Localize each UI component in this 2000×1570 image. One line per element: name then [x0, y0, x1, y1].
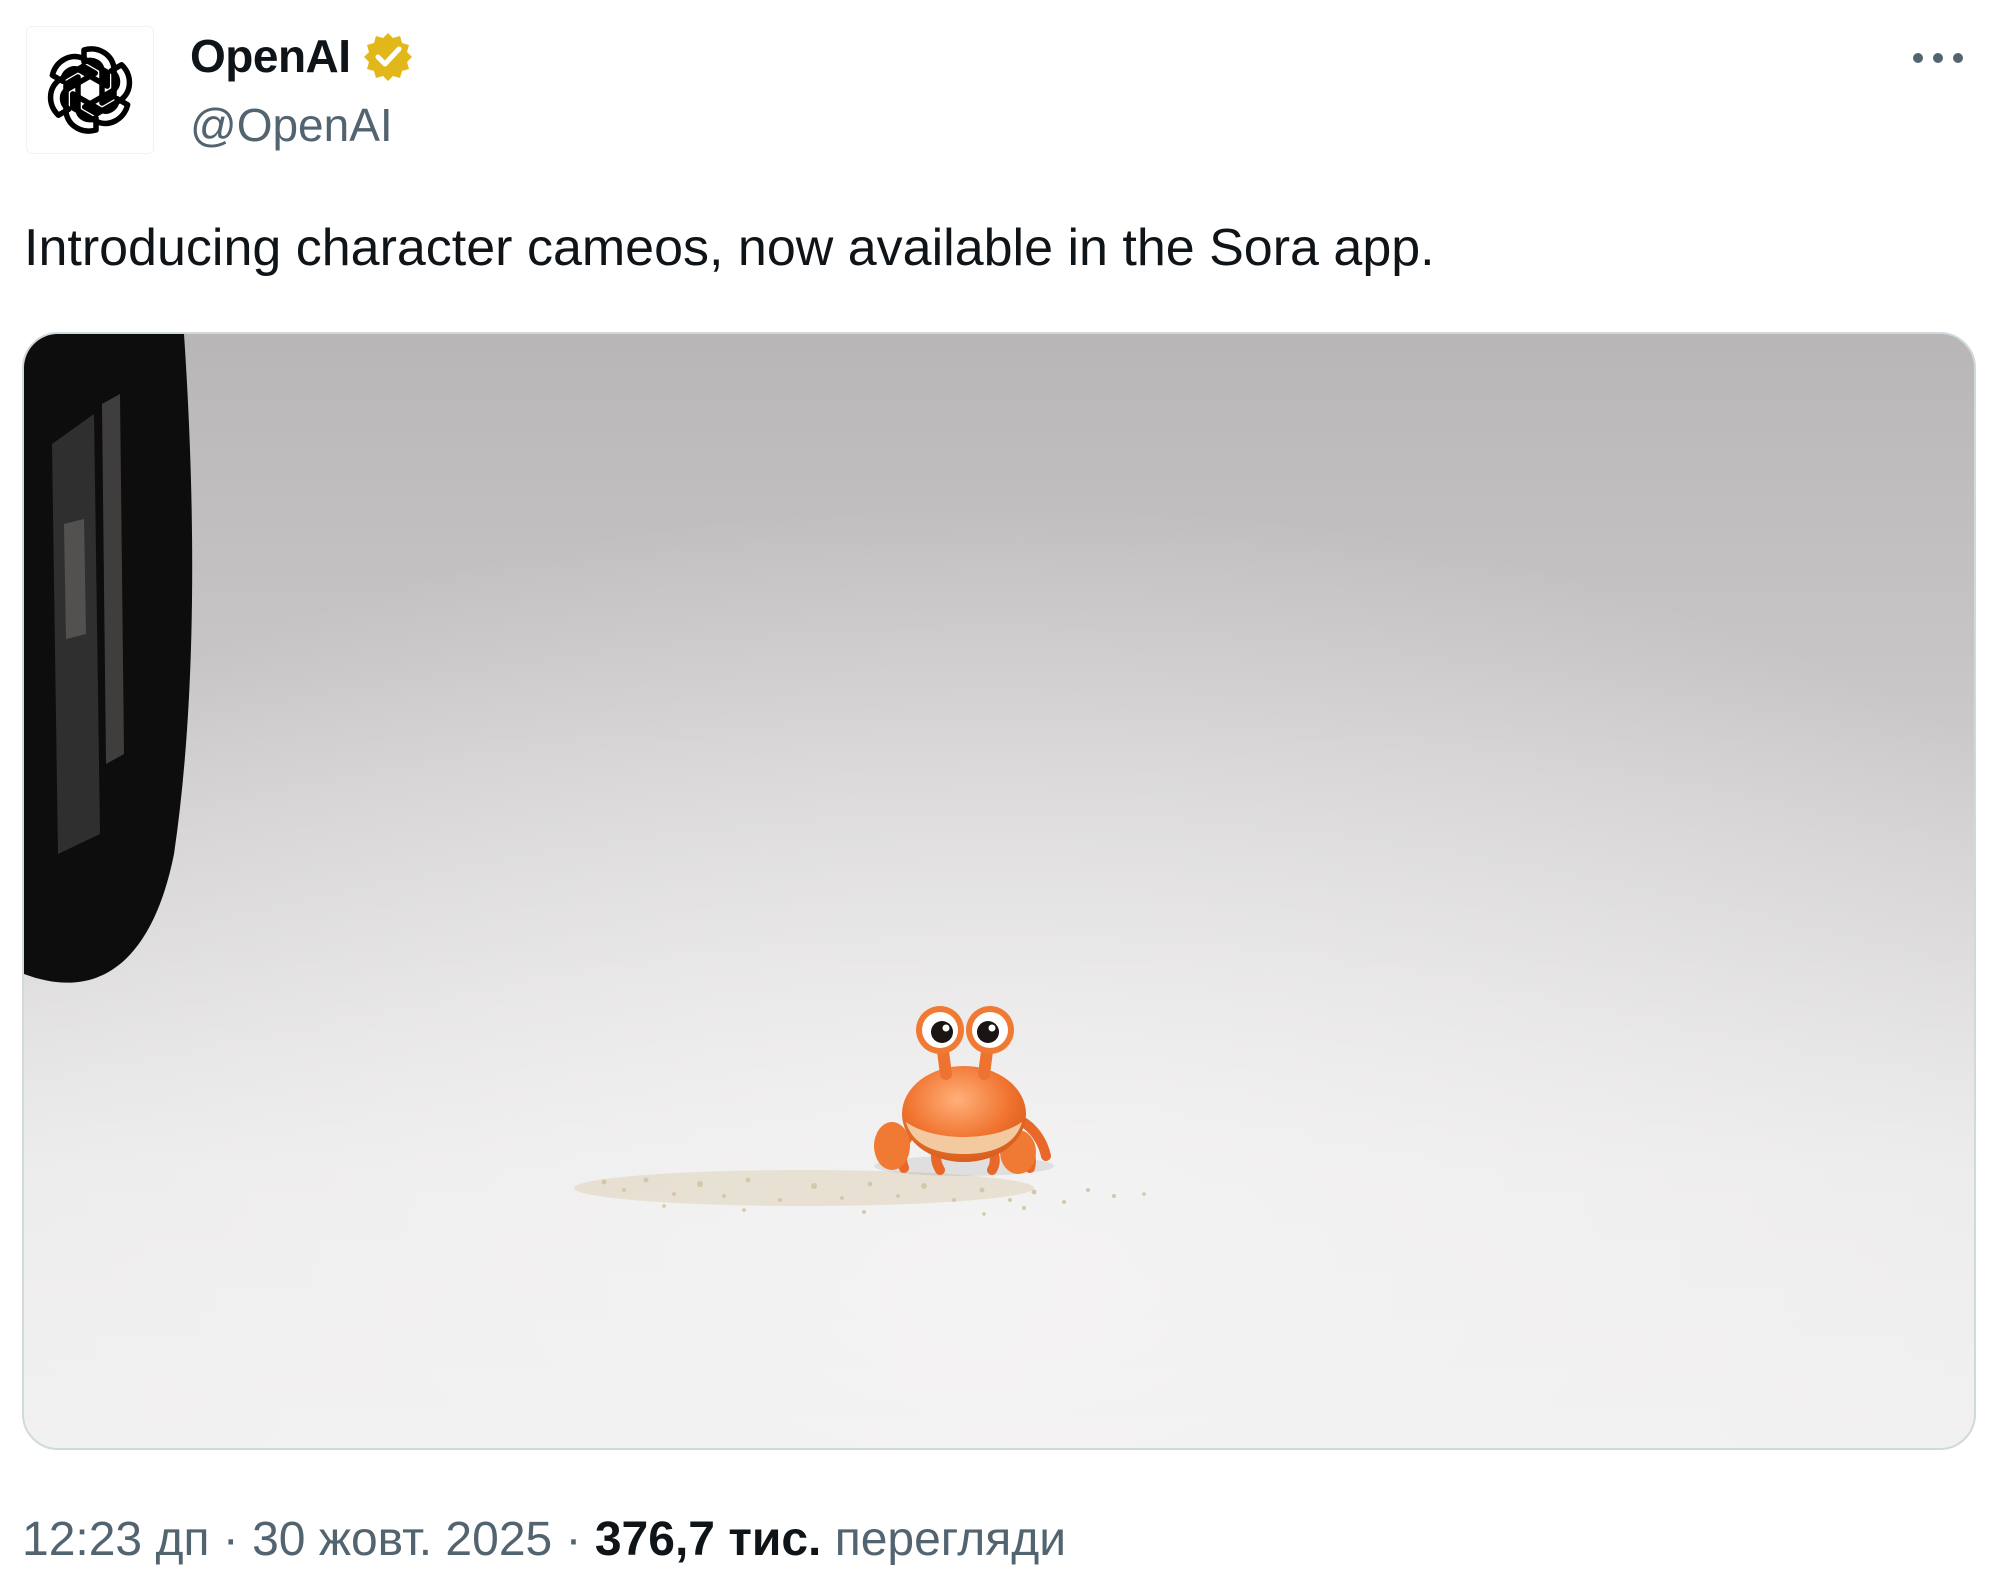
- meta-separator: ·: [209, 1513, 253, 1566]
- views-label: перегляди: [834, 1513, 1067, 1566]
- display-name[interactable]: OpenAI: [190, 29, 351, 83]
- handle[interactable]: @OpenAI: [190, 98, 413, 152]
- tweet-meta: 12:23 дп · 30 жовт. 2025 · 376,7 тис. пе…: [22, 1510, 1066, 1570]
- avatar[interactable]: [26, 26, 154, 154]
- tweet-card: OpenAI @OpenAI Introducing character cam…: [0, 0, 2000, 1566]
- more-options-icon: [1913, 53, 1963, 63]
- tweet-time: 12:23 дп: [22, 1513, 210, 1566]
- timestamp-link[interactable]: 12:23 дп · 30 жовт. 2025: [22, 1513, 552, 1566]
- views-count[interactable]: 376,7 тис.: [595, 1513, 822, 1566]
- verified-badge-icon[interactable]: [363, 31, 413, 81]
- author-block: OpenAI @OpenAI: [190, 26, 413, 152]
- more-options-button[interactable]: [1902, 30, 1974, 86]
- media-video[interactable]: [22, 332, 1976, 1450]
- video-frame: [24, 334, 1974, 1448]
- name-row: OpenAI: [190, 26, 413, 86]
- tweet-date: 30 жовт. 2025: [252, 1513, 553, 1566]
- openai-logo-icon: [40, 40, 140, 140]
- tweet-text: Introducing character cameos, now availa…: [24, 219, 1435, 277]
- meta-separator: ·: [552, 1513, 595, 1566]
